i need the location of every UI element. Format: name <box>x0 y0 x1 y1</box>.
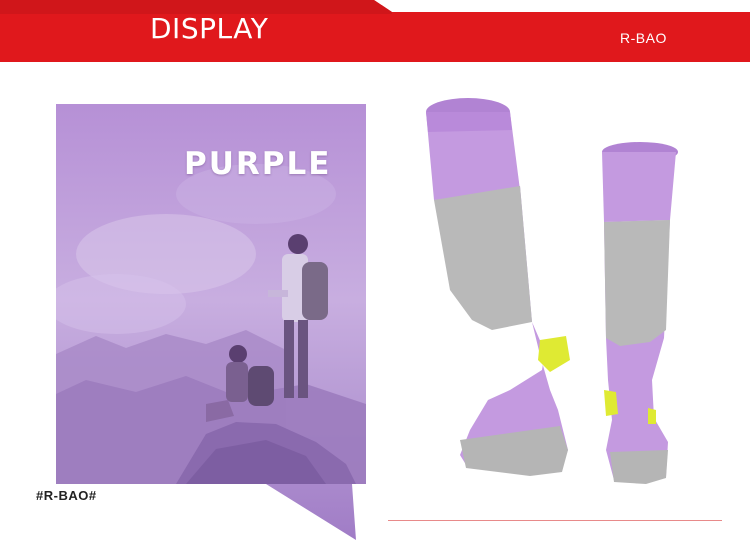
header-banner: DISPLAY R-BAO <box>0 0 750 62</box>
header-brand: R-BAO <box>620 30 667 46</box>
watermark-text: #R-BAO# <box>36 488 97 503</box>
divider-line <box>388 520 722 521</box>
socks-image <box>426 98 678 484</box>
left-sock <box>426 98 570 476</box>
product-socks <box>400 90 700 510</box>
header-title: DISPLAY <box>150 12 269 45</box>
right-sock <box>602 142 678 484</box>
color-name-label: PURPLE <box>184 146 332 182</box>
